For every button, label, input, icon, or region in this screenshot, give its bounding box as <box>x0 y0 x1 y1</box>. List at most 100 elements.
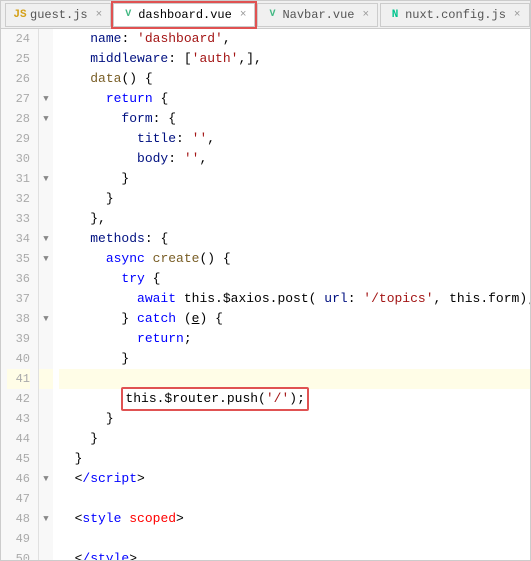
tab-close-icon[interactable]: × <box>96 9 103 21</box>
line-num-46: 46 <box>7 469 30 489</box>
tab-label-nuxt: nuxt.config.js <box>405 8 506 22</box>
fold-31[interactable]: ▼ <box>39 169 53 189</box>
fold-39 <box>39 329 53 349</box>
line-numbers: 24 25 26 27 28 29 30 31 32 33 34 35 36 3… <box>1 29 39 560</box>
code-line-47 <box>59 489 530 509</box>
tab-label: guest.js <box>30 8 88 22</box>
line-num-27: 27 <box>7 89 30 109</box>
vue-icon-navbar: V <box>266 9 278 21</box>
nuxt-icon: N <box>389 9 401 21</box>
line-num-37: 37 <box>7 289 30 309</box>
tab-nuxt-config[interactable]: N nuxt.config.js × <box>380 3 529 27</box>
code-line-34: methods: { <box>59 229 530 249</box>
line-num-39: 39 <box>7 329 30 349</box>
code-line-42: this.$router.push('/'); <box>59 389 530 409</box>
code-line-41 <box>59 369 530 389</box>
tab-bar: JS guest.js × V dashboard.vue × V Navbar… <box>1 1 530 29</box>
code-line-24: name: 'dashboard', <box>59 29 530 49</box>
fold-30 <box>39 149 53 169</box>
fold-46[interactable]: ▼ <box>39 469 53 489</box>
code-line-25: middleware: ['auth',], <box>59 49 530 69</box>
line-num-45: 45 <box>7 449 30 469</box>
code-content[interactable]: name: 'dashboard', middleware: ['auth',]… <box>53 29 530 560</box>
code-line-33: }, <box>59 209 530 229</box>
line-num-28: 28 <box>7 109 30 129</box>
line-num-41: 41 <box>7 369 30 389</box>
tab-guest-js[interactable]: JS guest.js × <box>5 3 111 27</box>
line-num-36: 36 <box>7 269 30 289</box>
tab-close-icon-navbar[interactable]: × <box>362 9 369 21</box>
tab-dashboard-vue[interactable]: V dashboard.vue × <box>113 3 255 27</box>
fold-28[interactable]: ▼ <box>39 109 53 129</box>
line-num-47: 47 <box>7 489 30 509</box>
code-line-46: </script> <box>59 469 530 489</box>
line-num-42: 42 <box>7 389 30 409</box>
code-line-30: body: '', <box>59 149 530 169</box>
line-num-24: 24 <box>7 29 30 49</box>
tab-label-navbar: Navbar.vue <box>282 8 354 22</box>
line-num-44: 44 <box>7 429 30 449</box>
fold-49 <box>39 529 53 549</box>
code-area: 24 25 26 27 28 29 30 31 32 33 34 35 36 3… <box>1 29 530 560</box>
code-line-50: </style> <box>59 549 530 560</box>
tab-navbar-vue[interactable]: V Navbar.vue × <box>257 3 378 27</box>
vue-icon-dashboard: V <box>122 9 134 21</box>
fold-48[interactable]: ▼ <box>39 509 53 529</box>
fold-32 <box>39 189 53 209</box>
line-num-35: 35 <box>7 249 30 269</box>
line-num-38: 38 <box>7 309 30 329</box>
code-line-38: } catch (e) { <box>59 309 530 329</box>
code-line-48: <style scoped> <box>59 509 530 529</box>
line-num-43: 43 <box>7 409 30 429</box>
fold-33 <box>39 209 53 229</box>
line-num-25: 25 <box>7 49 30 69</box>
code-line-27: return { <box>59 89 530 109</box>
fold-35[interactable]: ▼ <box>39 249 53 269</box>
js-icon: JS <box>14 9 26 21</box>
code-line-45: } <box>59 449 530 469</box>
line-num-29: 29 <box>7 129 30 149</box>
code-line-36: try { <box>59 269 530 289</box>
fold-38[interactable]: ▼ <box>39 309 53 329</box>
tab-close-icon-nuxt[interactable]: × <box>514 9 521 21</box>
fold-27[interactable]: ▼ <box>39 89 53 109</box>
code-line-40: } <box>59 349 530 369</box>
fold-37 <box>39 289 53 309</box>
line-num-40: 40 <box>7 349 30 369</box>
code-line-39: return; <box>59 329 530 349</box>
fold-26 <box>39 69 53 89</box>
fold-43 <box>39 409 53 429</box>
fold-50 <box>39 549 53 560</box>
line-num-30: 30 <box>7 149 30 169</box>
fold-47 <box>39 489 53 509</box>
line-num-34: 34 <box>7 229 30 249</box>
line-num-49: 49 <box>7 529 30 549</box>
fold-45 <box>39 449 53 469</box>
fold-36 <box>39 269 53 289</box>
fold-34[interactable]: ▼ <box>39 229 53 249</box>
tab-close-icon-dashboard[interactable]: × <box>240 9 247 21</box>
fold-24 <box>39 29 53 49</box>
code-line-26: data() { <box>59 69 530 89</box>
line-num-32: 32 <box>7 189 30 209</box>
line-num-50: 50 <box>7 549 30 560</box>
fold-42 <box>39 389 53 409</box>
fold-44 <box>39 429 53 449</box>
line-num-26: 26 <box>7 69 30 89</box>
code-line-31: } <box>59 169 530 189</box>
code-line-29: title: '', <box>59 129 530 149</box>
code-line-43: } <box>59 409 530 429</box>
fold-29 <box>39 129 53 149</box>
code-line-28: form: { <box>59 109 530 129</box>
line-num-48: 48 <box>7 509 30 529</box>
fold-area: ▼ ▼ ▼ ▼ ▼ ▼ ▼ ▼ ▼ <box>39 29 53 560</box>
code-line-32: } <box>59 189 530 209</box>
code-line-49 <box>59 529 530 549</box>
line-num-31: 31 <box>7 169 30 189</box>
code-line-44: } <box>59 429 530 449</box>
code-line-37: await this.$axios.post( url: '/topics', … <box>59 289 530 309</box>
editor-container: JS guest.js × V dashboard.vue × V Navbar… <box>0 0 531 561</box>
fold-40 <box>39 349 53 369</box>
tab-label-dashboard: dashboard.vue <box>138 8 232 22</box>
fold-41 <box>39 369 53 389</box>
